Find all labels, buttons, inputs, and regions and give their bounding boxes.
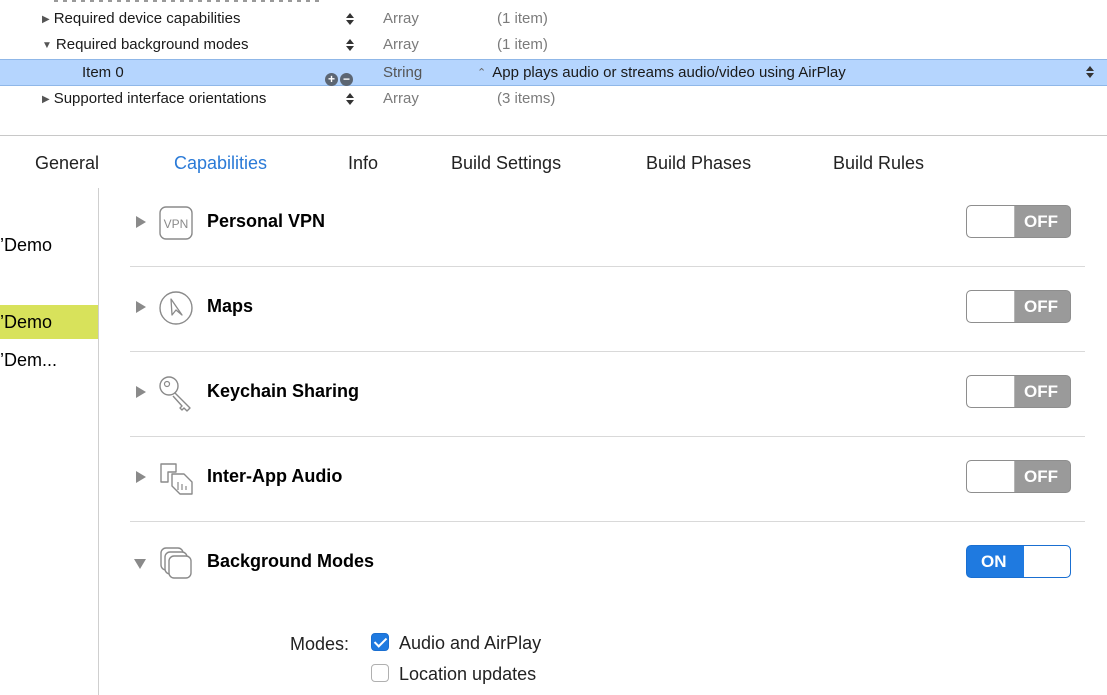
tab-info[interactable]: Info [348,153,378,174]
sidebar-item-target-selected[interactable]: ’Demo [0,305,98,339]
plist-row[interactable]: ▼ Required background modes Array (1 item… [0,32,1107,58]
disclosure-icon[interactable] [136,471,146,483]
add-row-icon[interactable]: + [325,73,338,86]
checkbox-unchecked[interactable] [371,664,389,683]
sidebar-item-project[interactable]: ’Demo [0,228,98,262]
row-buttons: + − [325,66,355,86]
capability-personal-vpn: VPN Personal VPN OFF [130,181,1085,267]
capability-background-modes: Background Modes ON [130,521,1085,606]
disclosure-icon[interactable]: ▶ [42,94,50,105]
plist-value[interactable]: ⌃ App plays audio or streams audio/video … [477,60,846,87]
value-dropdown-icon[interactable]: ⌃ [477,67,486,79]
capability-title: Maps [207,296,254,316]
modes-label: Modes: [290,634,350,654]
capability-title: Personal VPN [207,211,326,231]
toggle-label: OFF [1024,382,1058,401]
background-modes-icon [160,547,192,579]
keychain-sharing-toggle[interactable]: OFF [966,375,1071,408]
tab-general[interactable]: General [35,153,99,174]
capability-title: Inter-App Audio [207,466,343,486]
toggle-label: ON [981,552,1007,571]
inter-app-audio-toggle[interactable]: OFF [966,460,1071,493]
capability-maps: Maps OFF [130,266,1085,352]
background-modes-toggle[interactable]: ON [966,545,1071,578]
sidebar-item-target[interactable]: ’Dem... [0,343,98,377]
disclosure-icon[interactable] [136,216,146,228]
checkbox-checked[interactable] [371,633,389,652]
key-icon [159,376,191,412]
disclosure-open-icon[interactable] [134,559,146,569]
plist-row[interactable]: ▶ Required device capabilities Array (1 i… [0,6,1107,32]
capability-title: Background Modes [207,551,375,571]
plist-key: ▶ Supported interface orientations [42,90,267,107]
plist-type: Array [383,10,419,27]
plist-key: ▼ Required background modes [42,36,249,53]
plist-editor: ▶ Required device capabilities Array (1 i… [0,0,1107,118]
capability-inter-app-audio: Inter-App Audio OFF [130,436,1085,522]
mode-audio-airplay[interactable]: Audio and AirPlay [371,633,541,655]
toggle-label: OFF [1024,467,1058,486]
vpn-icon: VPN [159,206,193,240]
toggle-label: OFF [1024,212,1058,231]
plist-row[interactable]: ▶ Supported interface orientations Array … [0,86,1107,112]
toggle-label: OFF [1024,297,1058,316]
tab-build-phases[interactable]: Build Phases [646,153,751,174]
plist-type[interactable]: String [383,60,422,86]
tab-capabilities[interactable]: Capabilities [174,153,267,174]
plist-type: Array [383,90,419,107]
personal-vpn-toggle[interactable]: OFF [966,205,1071,238]
svg-text:VPN: VPN [164,217,189,231]
plist-key: Item 0 [82,64,124,81]
compass-icon [159,291,193,325]
disclosure-icon[interactable]: ▶ [42,14,50,25]
remove-row-icon[interactable]: − [340,73,353,86]
plist-value: (1 item) [497,36,548,53]
capability-keychain-sharing: Keychain Sharing OFF [130,351,1085,437]
plist-key: ▶ Required device capabilities [42,10,241,27]
disclosure-icon[interactable] [136,386,146,398]
mode-label: Location updates [399,664,537,684]
disclosure-open-icon[interactable]: ▼ [42,40,52,51]
maps-toggle[interactable]: OFF [966,290,1071,323]
disclosure-icon[interactable] [136,301,146,313]
mode-label: Audio and AirPlay [399,633,542,653]
mode-location-updates[interactable]: Location updates [371,664,536,686]
type-stepper-icon[interactable] [345,6,357,32]
plist-row-selected[interactable]: Item 0 + − String ⌃ App plays audio or str… [0,59,1107,86]
inter-app-audio-icon [160,463,193,495]
plist-type: Array [383,36,419,53]
tab-build-rules[interactable]: Build Rules [833,153,924,174]
plist-value: (1 item) [497,10,548,27]
tab-build-settings[interactable]: Build Settings [451,153,561,174]
type-stepper-icon[interactable] [345,86,357,112]
value-stepper-icon[interactable] [1085,60,1097,85]
plist-value: (3 items) [497,90,556,107]
type-stepper-icon[interactable] [345,32,357,58]
target-sidebar: ’Demo ’Demo ’Dem... [0,188,99,695]
capability-title: Keychain Sharing [207,381,360,401]
